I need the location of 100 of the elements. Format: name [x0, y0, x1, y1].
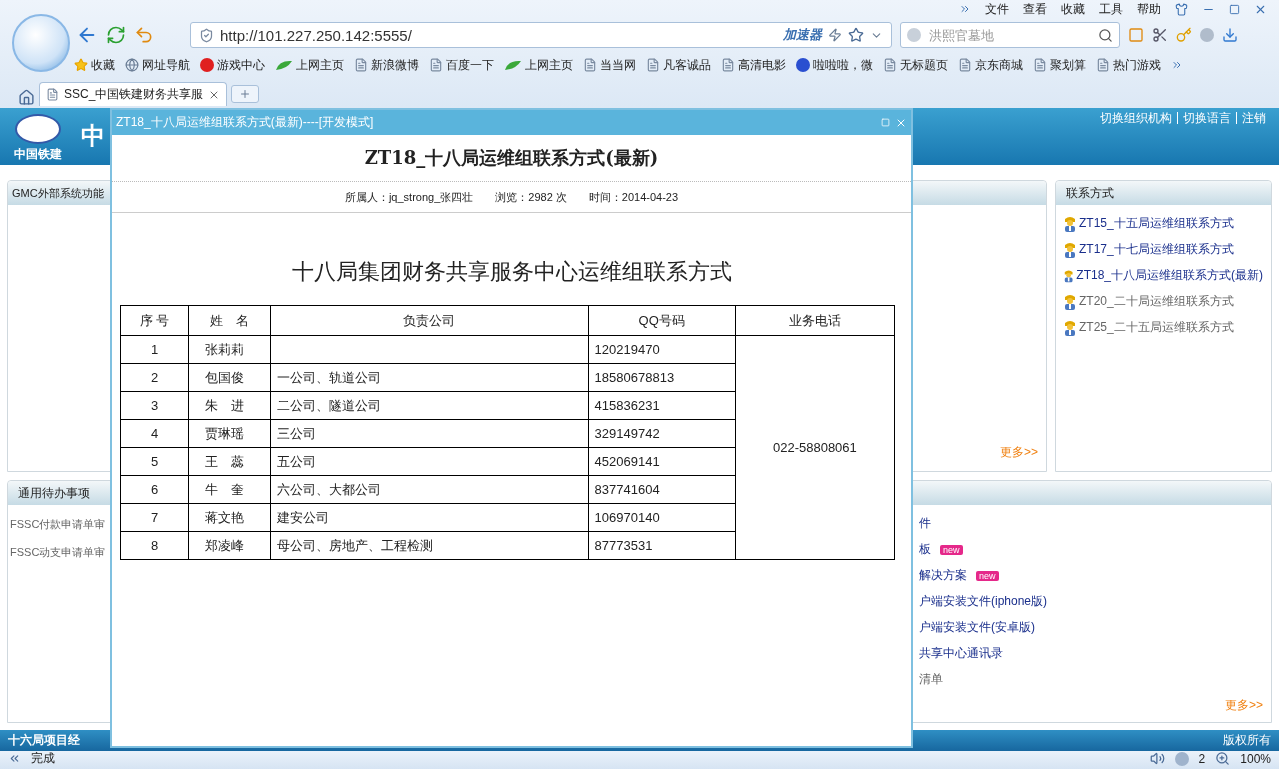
column-header: 序 号	[120, 305, 189, 336]
menu-item[interactable]: 工具	[1099, 0, 1123, 18]
url-text: http://101.227.250.142:5555/	[220, 26, 413, 44]
panel-title: 通用待办事项	[18, 484, 90, 502]
copyright-text: 版权所有	[1223, 732, 1271, 749]
contact-link[interactable]: ZT18_十八局运维组联系方式(最新)	[1064, 267, 1263, 284]
status-text: 完成	[31, 750, 55, 767]
document-link[interactable]: 解决方案 new	[919, 567, 1263, 584]
zoom-level[interactable]: 100%	[1240, 751, 1271, 766]
page-icon	[46, 88, 59, 101]
table-cell: 二公司、隧道公司	[270, 391, 589, 420]
contact-link[interactable]: ZT20_二十局运维组联系方式	[1064, 293, 1263, 310]
table-cell: 建安公司	[270, 503, 589, 532]
browser-tab[interactable]: SSC_中国铁建财务共享服	[39, 82, 228, 106]
restore-icon[interactable]	[1229, 3, 1240, 15]
leaf-icon	[504, 59, 522, 71]
circle-icon	[200, 58, 214, 72]
contact-link[interactable]: ZT25_二十五局运维联系方式	[1064, 319, 1263, 336]
scissors-icon[interactable]	[1152, 27, 1168, 43]
star-icon	[74, 58, 88, 72]
table-cell: 牛 奎	[188, 475, 271, 504]
shield-icon	[199, 27, 214, 43]
bookmark-link[interactable]: 百度一下	[429, 56, 494, 74]
page-icon	[1096, 58, 1110, 72]
download-icon[interactable]	[1222, 27, 1238, 43]
bookmark-link[interactable]: 当当网	[583, 56, 636, 74]
bookmark-link[interactable]: 凡客诚品	[646, 56, 711, 74]
menu-item[interactable]: 帮助	[1137, 0, 1161, 18]
contact-link[interactable]: ZT17_十七局运维组联系方式	[1064, 241, 1263, 258]
document-link[interactable]: 件	[919, 515, 1263, 532]
bookmark-link[interactable]: 网址导航	[125, 56, 190, 74]
table-cell: 8	[120, 531, 189, 560]
lightning-icon[interactable]	[828, 28, 842, 42]
document-link[interactable]: 户端安装文件(iphone版)	[919, 593, 1263, 610]
bookmark-link[interactable]: 新浪微博	[354, 56, 419, 74]
page-icon	[583, 58, 597, 72]
address-bar[interactable]: http://101.227.250.142:5555/ 加速器	[190, 22, 892, 48]
column-header: 姓 名	[188, 305, 271, 336]
search-field[interactable]: 洪熙官墓地	[900, 22, 1120, 48]
undo-icon[interactable]	[134, 25, 154, 45]
page-icon	[883, 58, 897, 72]
menu-item[interactable]: 查看	[1023, 0, 1047, 18]
table-cell: 贾琳瑶	[188, 419, 271, 448]
bookmark-link[interactable]: 热门游戏	[1096, 56, 1161, 74]
shirt-icon[interactable]	[1175, 2, 1188, 16]
meta-text: 时间：2014-04-23	[588, 189, 679, 205]
contact-link[interactable]: ZT15_十五局运维组联系方式	[1064, 215, 1263, 232]
bookmark-link[interactable]: 高清电影	[721, 56, 786, 74]
site-title: 中	[81, 121, 105, 151]
document-title: 十八局集团财务共享服务中心运维组联系方式	[290, 258, 733, 286]
table-cell: 4	[120, 419, 189, 448]
circle-icon	[796, 58, 810, 72]
bookmark-link[interactable]: 啦啦啦，微	[796, 56, 873, 74]
person-icon	[1064, 241, 1076, 258]
table-cell: 2	[120, 363, 189, 392]
bookmark-link[interactable]: 京东商城	[958, 56, 1023, 74]
sidebar-toggle-icon[interactable]	[8, 752, 21, 765]
table-cell: 包国俊	[188, 363, 271, 392]
person-icon	[1064, 293, 1076, 310]
zoom-icon[interactable]	[1215, 751, 1231, 766]
bookmark-link[interactable]: 无标题页	[883, 56, 948, 74]
page-icon	[646, 58, 660, 72]
speaker-icon[interactable]	[1149, 751, 1165, 766]
block-count: 2	[1198, 751, 1206, 766]
table-cell: 六公司、大都公司	[270, 475, 589, 504]
search-icon[interactable]	[1098, 27, 1113, 43]
document-link[interactable]: 清单	[919, 671, 1263, 688]
page-icon	[958, 58, 972, 72]
bookmark-link[interactable]: 游戏中心	[200, 56, 265, 74]
table-cell: 5	[120, 447, 189, 476]
menu-item[interactable]: 收藏	[1061, 0, 1085, 18]
article-heading: ZT18_十八局运维组联系方式(最新)	[112, 135, 911, 182]
table-cell: 三公司	[270, 419, 589, 448]
page-icon	[354, 58, 368, 72]
page-icon	[429, 58, 443, 72]
bookmark-link[interactable]: 收藏	[74, 56, 115, 74]
bookmark-link[interactable]: 上网主页	[275, 56, 344, 74]
page-icon	[1033, 58, 1047, 72]
table-cell: 6	[120, 475, 189, 504]
document-link[interactable]: 户端安装文件(安卓版)	[919, 619, 1263, 636]
table-cell: 7	[120, 503, 189, 532]
star-icon[interactable]	[848, 27, 864, 43]
home-icon[interactable]	[18, 89, 35, 106]
bookmark-link[interactable]: 上网主页	[504, 56, 573, 74]
column-header: QQ号码	[588, 305, 736, 336]
person-icon	[1064, 215, 1076, 232]
refresh-icon[interactable]	[106, 25, 126, 45]
column-header: 业务电话	[735, 305, 895, 336]
bookmark-link[interactable]: 聚划算	[1033, 56, 1086, 74]
accelerator-label[interactable]: 加速器	[783, 26, 822, 44]
document-link[interactable]: 共享中心通讯录	[919, 645, 1263, 662]
table-cell: 蒋文艳	[188, 503, 271, 532]
table-cell: 120219470	[588, 335, 736, 364]
footer-project: 十六局项目经	[8, 732, 80, 749]
menu-item[interactable]: 文件	[985, 0, 1009, 18]
panel-title: 联系方式	[1066, 184, 1114, 202]
emblem-icon	[14, 114, 61, 144]
table-cell: 母公司、房地产、工程检测	[270, 531, 589, 560]
table-cell: 五公司	[270, 447, 589, 476]
document-link[interactable]: 板 new	[919, 541, 1263, 558]
